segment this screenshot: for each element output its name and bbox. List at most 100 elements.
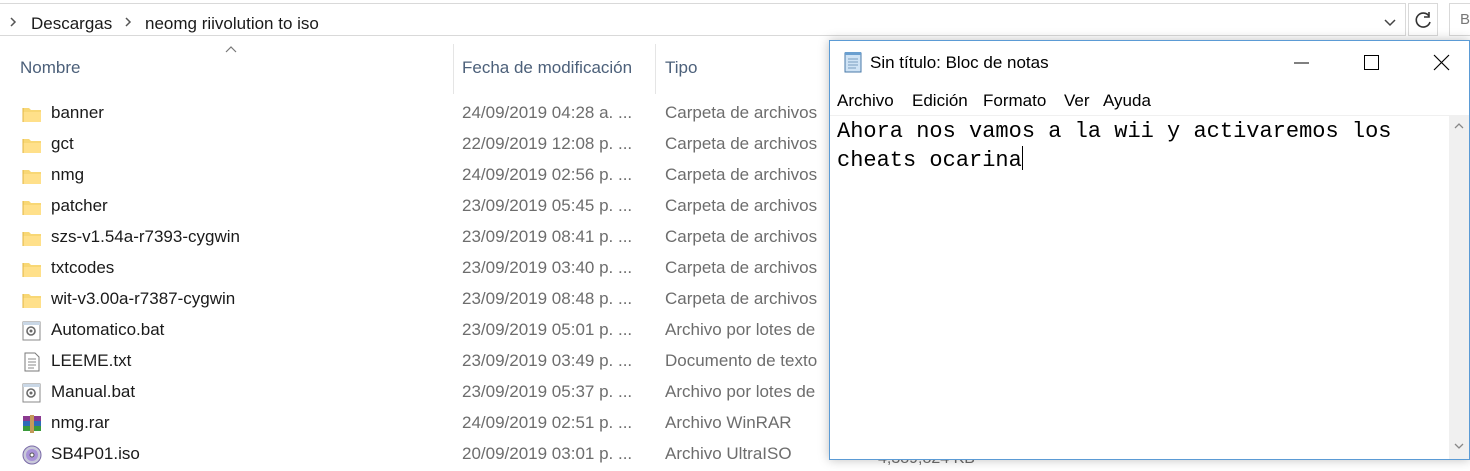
menu-bar: Archivo Edición Formato Ver Ayuda <box>830 88 1469 114</box>
file-date: 24/09/2019 04:28 a. ... <box>462 103 633 122</box>
file-type: Carpeta de archivos <box>665 165 818 184</box>
file-date: 23/09/2019 03:40 p. ... <box>462 258 633 277</box>
refresh-button[interactable] <box>1408 3 1438 36</box>
file-date: 22/09/2019 12:08 p. ... <box>462 134 633 153</box>
file-row[interactable]: nmg.rar 24/09/2019 02:51 p. ... Archivo Wi… <box>0 408 830 439</box>
text-cursor <box>1021 146 1023 170</box>
file-type: Archivo por lotes de <box>665 382 816 401</box>
file-row[interactable]: Manual.bat 23/09/2019 05:37 p. ... Archivo… <box>0 377 830 408</box>
batch-file-icon <box>22 321 41 341</box>
text-line-2: cheats ocarina <box>837 148 1022 173</box>
menu-formato[interactable]: Formato <box>983 91 1046 111</box>
menu-ver[interactable]: Ver <box>1064 91 1090 111</box>
file-name: nmg.rar <box>51 413 110 432</box>
vertical-scrollbar[interactable] <box>1449 115 1469 459</box>
column-header-date[interactable]: Fecha de modificación <box>462 58 632 78</box>
close-icon <box>1433 54 1450 71</box>
file-name: Manual.bat <box>51 382 136 401</box>
file-type: Carpeta de archivos <box>665 103 818 122</box>
close-button[interactable] <box>1418 41 1464 85</box>
scroll-down-icon[interactable] <box>1453 441 1465 451</box>
file-row[interactable]: Automatico.bat 23/09/2019 05:01 p. ... Arc… <box>0 315 830 346</box>
file-type: Carpeta de archivos <box>665 196 818 215</box>
column-divider[interactable] <box>655 44 656 94</box>
file-date: 24/09/2019 02:51 p. ... <box>462 413 633 432</box>
title-bar[interactable]: Sin título: Bloc de notas <box>830 41 1469 85</box>
file-date: 23/09/2019 03:49 p. ... <box>462 351 633 370</box>
minimize-icon <box>1294 62 1309 64</box>
file-date: 24/09/2019 02:56 p. ... <box>462 165 633 184</box>
maximize-icon <box>1364 55 1379 70</box>
file-date: 20/09/2019 03:01 p. ... <box>462 444 633 463</box>
file-row[interactable]: szs-v1.54a-r7393-cygwin 23/09/2019 08:41 … <box>0 222 830 253</box>
file-row[interactable]: txtcodes 23/09/2019 03:40 p. ... Carpeta d… <box>0 253 830 284</box>
batch-file-icon <box>22 383 41 403</box>
file-row[interactable]: SB4P01.iso 20/09/2019 03:01 p. ... Archivo… <box>0 439 830 470</box>
file-date: 23/09/2019 05:37 p. ... <box>462 382 633 401</box>
breadcrumb-descargas[interactable]: Descargas <box>31 14 112 34</box>
chevron-right-icon[interactable] <box>6 13 20 31</box>
disc-image-icon <box>22 445 42 465</box>
file-date: 23/09/2019 05:01 p. ... <box>462 320 633 339</box>
menu-archivo[interactable]: Archivo <box>837 91 894 111</box>
address-bar: Descargas neomg riivolution to iso B <box>0 0 1470 40</box>
file-name: SB4P01.iso <box>51 444 140 463</box>
scroll-up-icon[interactable] <box>1453 121 1465 131</box>
address-box[interactable]: Descargas neomg riivolution to iso <box>0 3 1406 36</box>
file-type: Archivo por lotes de <box>665 320 816 339</box>
file-name: txtcodes <box>51 258 115 277</box>
text-file-icon <box>24 352 40 372</box>
file-name: patcher <box>51 196 108 215</box>
file-date: 23/09/2019 05:45 p. ... <box>462 196 633 215</box>
file-type: Archivo WinRAR <box>665 413 792 432</box>
folder-icon <box>22 232 41 246</box>
text-line-1: Ahora nos vamos a la wii y activaremos l… <box>837 119 1392 144</box>
menu-edicion[interactable]: Edición <box>912 91 968 111</box>
folder-icon <box>22 294 41 308</box>
window-title: Sin título: Bloc de notas <box>870 53 1049 72</box>
text-content[interactable]: Ahora nos vamos a la wii y activaremos l… <box>837 118 1392 175</box>
breadcrumb-current-folder[interactable]: neomg riivolution to iso <box>145 14 319 34</box>
notepad-icon <box>844 52 862 73</box>
folder-icon <box>22 201 41 215</box>
file-row[interactable]: banner 24/09/2019 04:28 a. ... Carpeta de … <box>0 98 830 129</box>
folder-icon <box>22 170 41 184</box>
search-input[interactable]: B <box>1449 3 1470 36</box>
file-row[interactable]: gct 22/09/2019 12:08 p. ... Carpeta de arc… <box>0 129 830 160</box>
file-type: Carpeta de archivos <box>665 258 818 277</box>
file-name: LEEME.txt <box>51 351 132 370</box>
file-name: wit-v3.00a-r7387-cygwin <box>51 289 236 308</box>
chevron-down-icon[interactable] <box>1382 16 1398 30</box>
file-name: szs-v1.54a-r7393-cygwin <box>51 227 240 246</box>
file-type: Archivo UltraISO <box>665 444 792 463</box>
file-type: Documento de texto <box>665 351 818 370</box>
file-name: banner <box>51 103 104 122</box>
file-row[interactable]: nmg 24/09/2019 02:56 p. ... Carpeta de arc… <box>0 160 830 191</box>
winrar-icon <box>23 415 41 433</box>
column-divider[interactable] <box>453 44 454 94</box>
file-date: 23/09/2019 08:48 p. ... <box>462 289 633 308</box>
file-date: 23/09/2019 08:41 p. ... <box>462 227 633 246</box>
text-editor[interactable]: Ahora nos vamos a la wii y activaremos l… <box>830 115 1449 460</box>
sort-ascending-icon <box>225 46 237 53</box>
column-header-name[interactable]: Nombre <box>20 58 80 78</box>
file-name: gct <box>51 134 74 153</box>
file-name: nmg <box>51 165 85 184</box>
file-name: Automatico.bat <box>51 320 165 339</box>
file-type: Carpeta de archivos <box>665 134 818 153</box>
column-header-type[interactable]: Tipo <box>665 58 697 78</box>
file-row[interactable]: LEEME.txt 23/09/2019 03:49 p. ... Document… <box>0 346 830 377</box>
folder-icon <box>22 139 41 153</box>
folder-icon <box>22 263 41 277</box>
maximize-button[interactable] <box>1348 41 1394 85</box>
file-row[interactable]: wit-v3.00a-r7387-cygwin 23/09/2019 08:48 … <box>0 284 830 315</box>
file-row[interactable]: patcher 23/09/2019 05:45 p. ... Carpeta de… <box>0 191 830 222</box>
notepad-window[interactable]: Sin título: Bloc de notas Archivo Edició… <box>829 40 1470 460</box>
refresh-icon <box>1415 12 1431 28</box>
file-type: Carpeta de archivos <box>665 227 818 246</box>
file-type: Carpeta de archivos <box>665 289 818 308</box>
menu-ayuda[interactable]: Ayuda <box>1103 91 1151 111</box>
minimize-button[interactable] <box>1278 41 1324 85</box>
chevron-right-icon[interactable] <box>121 13 135 31</box>
folder-icon <box>22 108 41 122</box>
